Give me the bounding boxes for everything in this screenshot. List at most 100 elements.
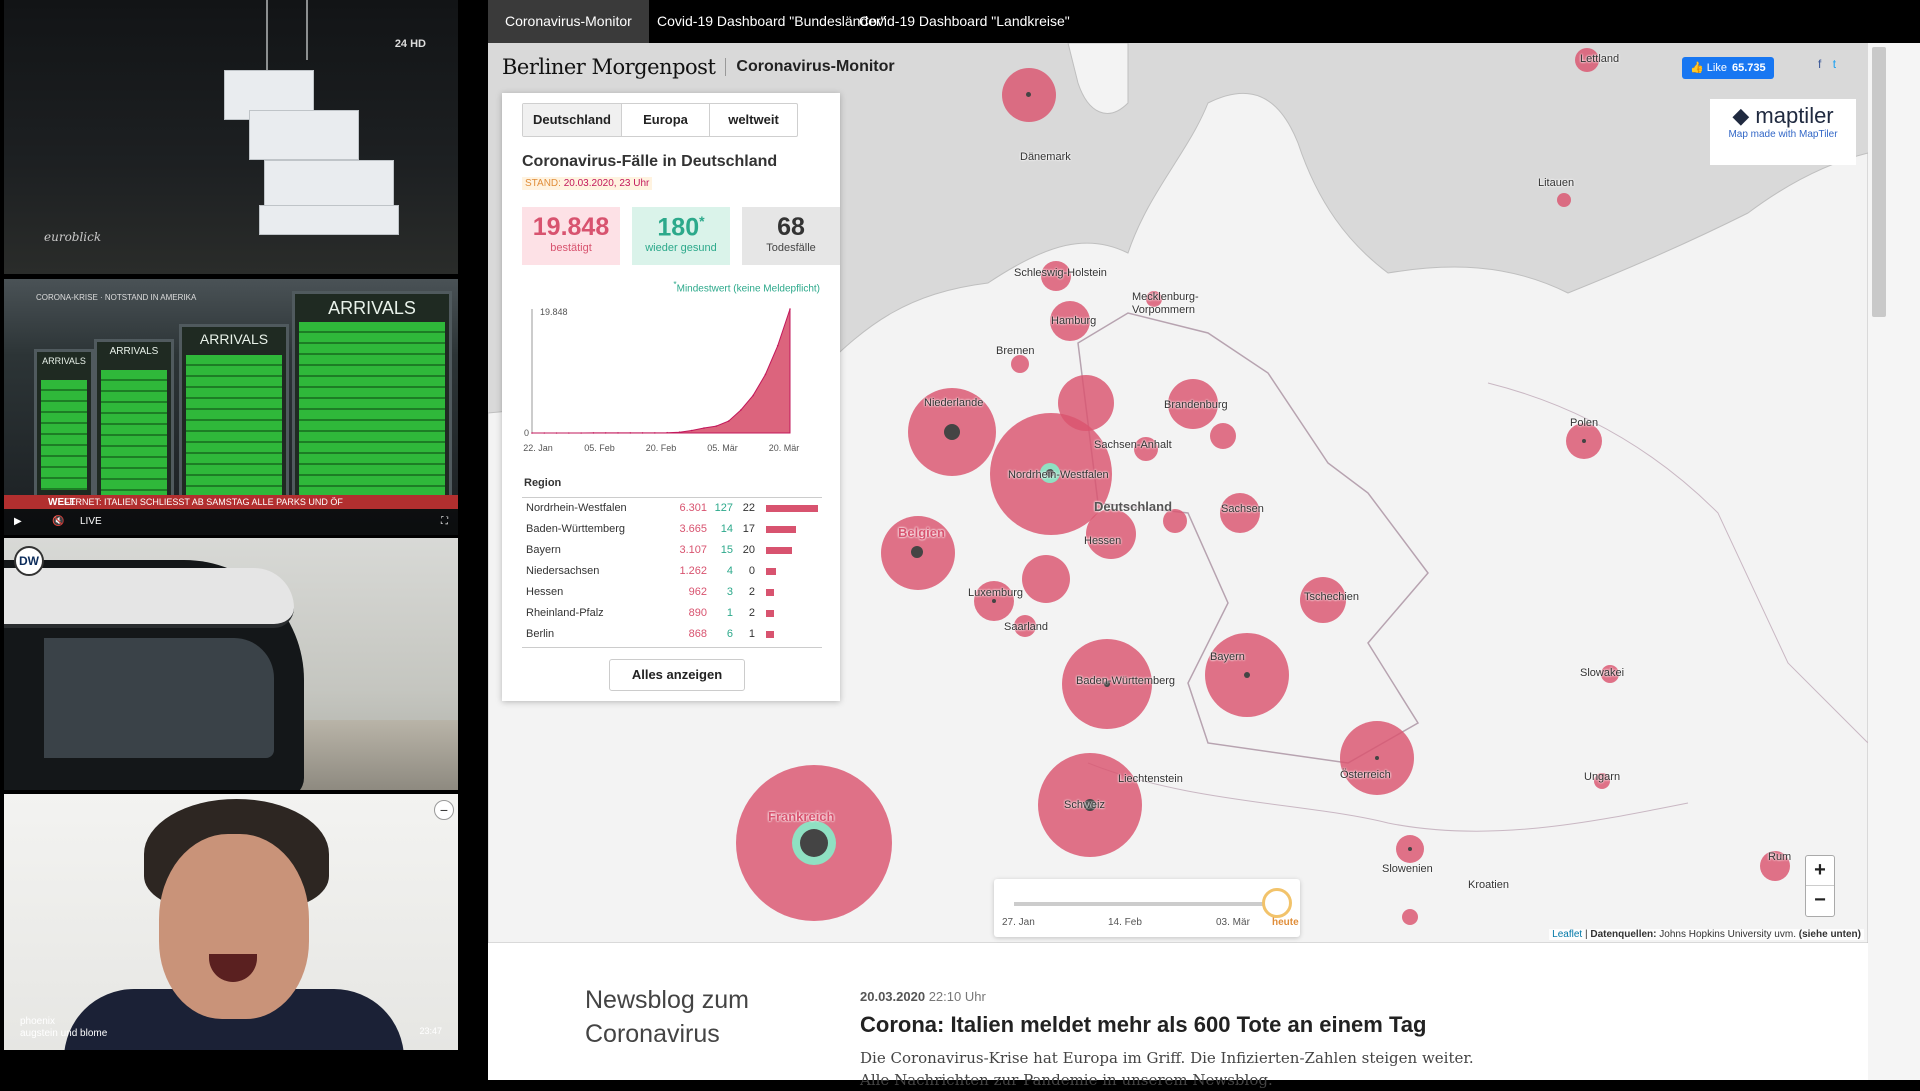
video-tile-phoenix[interactable]: − phoenix augstein und blome 23:47	[4, 794, 458, 1050]
crane-rope	[266, 0, 268, 70]
region-recovered: 1	[726, 607, 733, 619]
region-table-bottom-rule	[522, 647, 822, 648]
berliner-morgenpost-logo[interactable]: Berliner Morgenpost	[502, 55, 716, 79]
region-deaths: 1	[748, 628, 755, 640]
region-row[interactable]: Rheinland-Pfalz 890 1 2	[522, 603, 822, 624]
region-bar	[766, 610, 774, 617]
timeline-slider[interactable]: 27. Jan 14. Feb 03. Mär heute	[994, 879, 1300, 937]
map-label: Hamburg	[1051, 315, 1097, 327]
news-date-day: 20.03.2020	[860, 989, 926, 1004]
map-label: Bayern	[1210, 651, 1245, 663]
minimize-icon[interactable]: −	[434, 800, 454, 820]
region-row[interactable]: Nordrhein-Westfalen 6.301 127 22	[522, 498, 822, 519]
map-circle-bremen[interactable]	[1011, 355, 1029, 373]
map-circle-austria[interactable]	[1340, 721, 1414, 795]
map-circle-rheinland-pfalz[interactable]	[1022, 555, 1070, 603]
facebook-icon[interactable]: f	[1818, 57, 1821, 71]
map-circle-hessen[interactable]	[1086, 509, 1136, 559]
map-label: Liechtenstein	[1118, 773, 1183, 785]
fullscreen-icon[interactable]: ⛶	[441, 516, 448, 527]
chart-data-point	[764, 373, 767, 376]
region-row[interactable]: Bayern 3.107 15 20	[522, 540, 822, 561]
region-recovered: 14	[720, 523, 733, 535]
timeline-tick: 14. Feb	[1108, 917, 1142, 928]
tab-bar: Coronavirus-Monitor Covid-19 Dashboard "…	[488, 0, 1920, 43]
zoom-in-button[interactable]: +	[1806, 856, 1834, 886]
chart-data-point	[752, 394, 754, 397]
show-all-button[interactable]: Alles anzeigen	[609, 659, 745, 691]
cases-chart[interactable]: 19.848 0 22. Jan 05. Feb 20. Feb 05. Mär 20. M…	[522, 293, 832, 453]
chart-data-point	[678, 431, 681, 433]
maptiler-badge[interactable]: ◆ maptiler Map made with MapTiler	[1710, 99, 1856, 165]
region-name: Baden-Württemberg	[526, 523, 626, 535]
map-circle-france[interactable]	[736, 765, 892, 921]
chart-data-point	[727, 420, 730, 422]
tab-dashboard-landkreise[interactable]: Covid-19 Dashboard "Landkreise"	[842, 0, 1087, 43]
timeline-track[interactable]	[1014, 902, 1276, 906]
video-topline: CORONA-KRISE · NOTSTAND IN AMERIKA	[36, 293, 197, 302]
board-title: ARRIVALS	[199, 331, 269, 347]
map-circle-bayern[interactable]	[1205, 633, 1289, 717]
attribution-more-link[interactable]: (siehe unten)	[1799, 929, 1861, 940]
map-label: Dänemark	[1020, 151, 1071, 163]
page-scrollbar-thumb[interactable]	[1872, 47, 1886, 317]
map[interactable]: Dänemark Litauen Lettland Schleswig-Hols…	[488, 43, 1868, 943]
region-recovered: 6	[726, 628, 733, 640]
region-deaths: 20	[742, 544, 755, 556]
twitter-icon[interactable]: t	[1833, 57, 1836, 71]
zoom-out-button[interactable]: −	[1806, 886, 1834, 916]
timeline-handle[interactable]	[1262, 888, 1292, 918]
facebook-like-button[interactable]: 👍 Like 65.735	[1682, 57, 1774, 79]
map-label: Brandenburg	[1164, 399, 1228, 411]
chart-area-series	[532, 308, 791, 434]
play-icon[interactable]: ▶	[14, 516, 22, 527]
map-circle-berlin[interactable]	[1210, 423, 1236, 449]
segment-europa[interactable]: Europa	[621, 104, 709, 136]
kpi-deaths-value: 68	[777, 213, 805, 241]
map-label: Baden-Württemberg	[1076, 675, 1176, 687]
map-circle-lithuania[interactable]	[1557, 193, 1571, 207]
region-name: Rheinland-Pfalz	[526, 607, 604, 619]
mute-icon[interactable]: 🔇	[52, 516, 64, 527]
segment-weltweit[interactable]: weltweit	[709, 104, 797, 136]
kpi-recovered: 180* wieder gesund	[632, 207, 730, 265]
crate	[259, 205, 399, 235]
map-label: Schleswig-Holstein	[1014, 267, 1107, 279]
chart-data-point	[703, 427, 705, 429]
like-label: Like	[1706, 62, 1727, 74]
news-date: 20.03.2020 22:10 Uhr	[860, 989, 986, 1004]
region-row[interactable]: Baden-Württemberg 3.665 14 17	[522, 519, 822, 540]
region-bar	[766, 526, 796, 533]
tab-coronavirus-monitor[interactable]: Coronavirus-Monitor	[488, 0, 649, 43]
kpi-recovered-asterisk: *	[699, 213, 705, 229]
segment-deutschland[interactable]: Deutschland	[523, 104, 621, 136]
video-tile-euroblick[interactable]: 24 HD euroblick	[4, 0, 458, 274]
news-headline[interactable]: Corona: Italien meldet mehr als 600 Tote…	[860, 1012, 1426, 1038]
stats-card: Deutschland Europa weltweit Coronavirus-…	[502, 93, 840, 701]
leaflet-link[interactable]: Leaflet	[1552, 929, 1582, 940]
browser-window: Coronavirus-Monitor Covid-19 Dashboard "…	[488, 0, 1920, 1089]
map-attribution: Leaflet | Datenquellen: Johns Hopkins Un…	[1549, 929, 1864, 940]
region-cases: 890	[688, 607, 707, 619]
map-label: Tschechien	[1304, 591, 1360, 603]
chart-data-point	[543, 432, 546, 434]
maptiler-logo: maptiler	[1755, 103, 1834, 128]
region-row[interactable]: Hessen 962 3 2	[522, 582, 822, 603]
board-title: ARRIVALS	[42, 356, 86, 366]
map-label: Slowenien	[1382, 863, 1433, 875]
map-label: Sachsen	[1221, 503, 1264, 515]
video-tile-dw[interactable]: DW	[4, 538, 458, 790]
map-circle-slovenia[interactable]	[1396, 835, 1424, 863]
thumbs-up-icon: 👍	[1690, 62, 1704, 74]
map-label: Sachsen-Anhalt	[1094, 439, 1172, 451]
chart-data-point	[641, 432, 644, 434]
region-row[interactable]: Niedersachsen 1.262 4 0	[522, 561, 822, 582]
map-label: Kroatien	[1468, 879, 1509, 891]
map-label: Niederlande	[924, 397, 984, 409]
map-circle-denmark[interactable]	[1002, 68, 1056, 122]
video-tile-welt[interactable]: CORONA-KRISE · NOTSTAND IN AMERIKA ARRIV…	[4, 279, 458, 535]
video-time: 23:47	[419, 1026, 442, 1036]
news-body: Die Coronavirus-Krise hat Europa im Grif…	[860, 1049, 1474, 1089]
region-row[interactable]: Berlin 868 6 1	[522, 624, 822, 645]
map-circle-croatia[interactable]	[1402, 909, 1418, 925]
